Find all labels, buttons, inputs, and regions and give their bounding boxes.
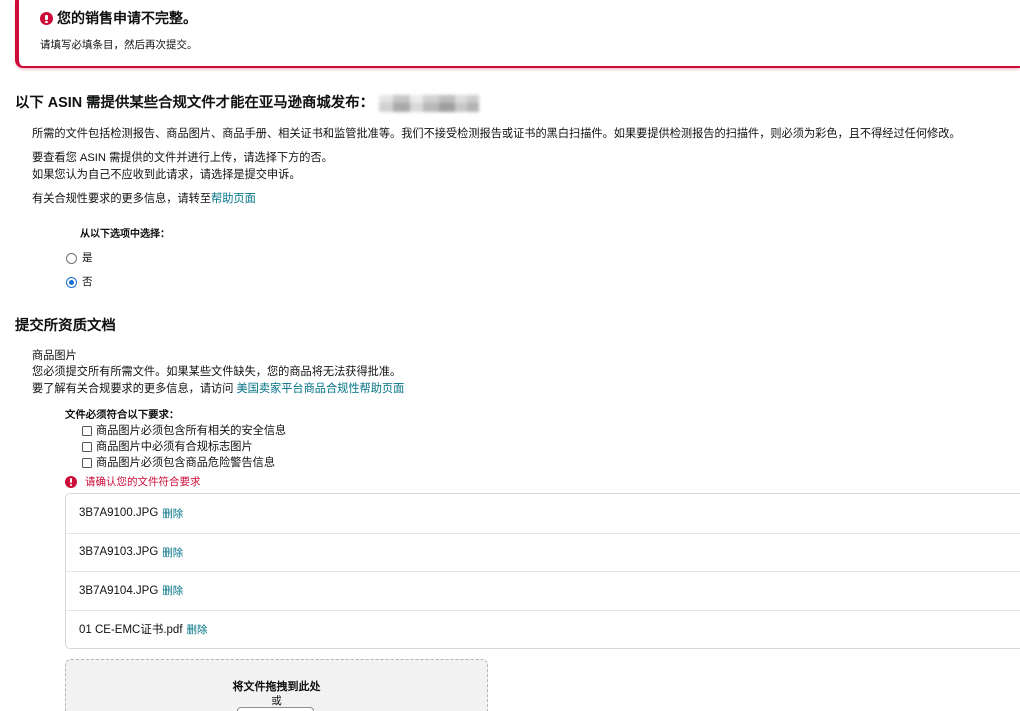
radio-no[interactable] bbox=[66, 276, 77, 288]
asin-value-redacted bbox=[378, 94, 479, 112]
asin-section-heading: 以下 ASIN 需提供某些合规文件才能在亚马逊商城发布： bbox=[15, 95, 374, 111]
file-row: 3B7A9104.JPG 删除 bbox=[66, 571, 1020, 610]
radio-option-yes[interactable]: 是 bbox=[66, 250, 93, 266]
file-name: 3B7A9103.JPG bbox=[79, 546, 159, 559]
file-name: 3B7A9104.JPG bbox=[79, 584, 159, 597]
exclamation-circle-icon bbox=[65, 476, 77, 488]
browse-files-button[interactable] bbox=[237, 707, 314, 711]
requirements-error-text: 请确认您的文件符合要求 bbox=[85, 476, 201, 488]
radio-yes[interactable] bbox=[66, 252, 77, 264]
documents-heading-row: 提交所资质文档 bbox=[15, 317, 116, 335]
file-row: 01 CE-EMC证书.pdf 删除 bbox=[66, 609, 1020, 649]
required-documents-description: 所需的文件包括检测报告、商品图片、商品手册、相关证书和监管批准等。我们不接受检测… bbox=[32, 128, 961, 140]
file-name: 3B7A9100.JPG bbox=[79, 507, 159, 520]
uploaded-files-list: 3B7A9100.JPG 删除 3B7A9103.JPG 删除 3B7A9104.J… bbox=[65, 493, 1020, 649]
delete-file-link[interactable]: 删除 bbox=[162, 506, 183, 521]
requirement-label[interactable]: 商品图片必须包含商品危险警告信息 bbox=[96, 455, 275, 471]
help-line: 有关合规性要求的更多信息，请转至帮助页面 bbox=[32, 191, 1012, 208]
instruction-select-no: 要查看您 ASIN 需提供的文件并进行上传，请选择下方的否。 bbox=[32, 152, 333, 164]
alert-message: 请填写必填条目，然后再次提交。 bbox=[40, 39, 198, 51]
radio-no-label[interactable]: 否 bbox=[82, 274, 93, 290]
instruction-select-yes: 如果您认为自己不应收到此请求，请选择是提交申诉。 bbox=[32, 169, 301, 181]
help-page-link[interactable]: 帮助页面 bbox=[211, 193, 256, 205]
error-alert: 您的销售申请不完整。 请填写必填条目，然后再次提交。 bbox=[15, 0, 1020, 68]
requirement-item[interactable]: 商品图片中必须有合规标志图片 bbox=[82, 439, 253, 455]
requirement-checkbox[interactable] bbox=[82, 442, 92, 452]
delete-file-link[interactable]: 删除 bbox=[162, 545, 183, 560]
requirements-error: 请确认您的文件符合要求 bbox=[65, 474, 201, 490]
exclamation-circle-icon bbox=[40, 12, 53, 25]
delete-file-link[interactable]: 删除 bbox=[187, 622, 208, 637]
requirement-label[interactable]: 商品图片中必须有合规标志图片 bbox=[96, 439, 253, 455]
requirements-title: 文件必须符合以下要求： bbox=[65, 410, 180, 421]
radio-yes-label[interactable]: 是 bbox=[82, 250, 93, 266]
requirement-checkbox[interactable] bbox=[82, 458, 92, 468]
file-row: 3B7A9103.JPG 删除 bbox=[66, 532, 1020, 572]
requirement-label[interactable]: 商品图片必须包含所有相关的安全信息 bbox=[96, 423, 286, 439]
asin-heading-row: 以下 ASIN 需提供某些合规文件才能在亚马逊商城发布： bbox=[15, 94, 479, 112]
delete-file-link[interactable]: 删除 bbox=[162, 583, 183, 598]
radio-option-no[interactable]: 否 bbox=[66, 274, 93, 290]
documents-section-heading: 提交所资质文档 bbox=[15, 318, 116, 334]
file-name: 01 CE-EMC证书.pdf bbox=[79, 624, 183, 637]
requirement-checkbox[interactable] bbox=[82, 426, 92, 436]
requirement-item[interactable]: 商品图片必须包含商品危险警告信息 bbox=[82, 455, 275, 471]
help-text: 有关合规性要求的更多信息，请转至 bbox=[32, 193, 212, 205]
choice-label: 从以下选项中选择： bbox=[80, 229, 170, 240]
file-dropzone[interactable]: 将文件拖拽到此处 或 bbox=[65, 659, 488, 711]
documents-help-text: 要了解有关合规要求的更多信息，请访问 bbox=[32, 383, 237, 395]
documents-note: 您必须提交所有所需文件。如果某些文件缺失，您的商品将无法获得批准。 bbox=[32, 366, 402, 378]
documents-help-line: 要了解有关合规要求的更多信息，请访问 美国卖家平台商品合规性帮助页面 bbox=[32, 381, 1012, 398]
requirement-item[interactable]: 商品图片必须包含所有相关的安全信息 bbox=[82, 423, 286, 439]
document-category: 商品图片 bbox=[32, 350, 77, 362]
file-row: 3B7A9100.JPG 删除 bbox=[66, 494, 1020, 533]
compliance-help-page-link[interactable]: 美国卖家平台商品合规性帮助页面 bbox=[236, 383, 404, 395]
compliance-page: 您的销售申请不完整。 请填写必填条目，然后再次提交。 以下 ASIN 需提供某些… bbox=[0, 0, 1020, 711]
alert-title: 您的销售申请不完整。 bbox=[57, 10, 197, 26]
